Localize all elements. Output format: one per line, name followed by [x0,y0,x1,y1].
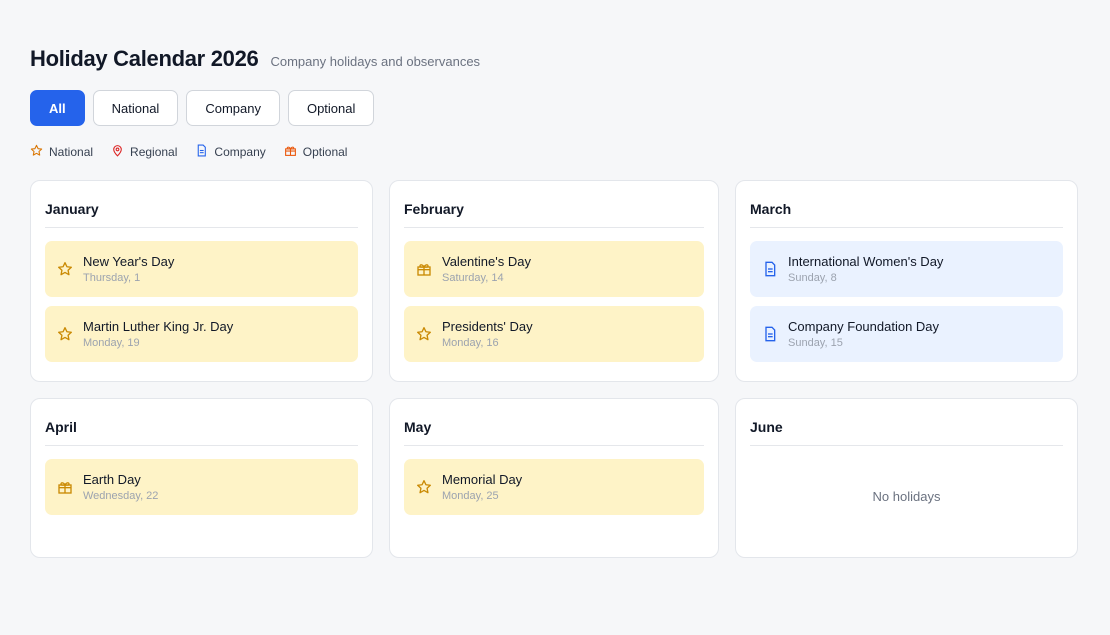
holiday-date: Monday, 16 [442,337,499,349]
gift-icon [57,479,73,495]
filter-company-button[interactable]: Company [186,90,280,126]
star-icon [416,479,432,495]
document-icon [762,261,778,277]
legend-label: Regional [130,145,178,159]
holiday-date: Wednesday, 22 [83,490,159,502]
holiday-item[interactable]: Valentine's Day Saturday, 14 [404,241,704,297]
holiday-date: Monday, 25 [442,490,499,502]
holiday-item[interactable]: Memorial Day Monday, 25 [404,459,704,515]
legend-label: Company [214,145,266,159]
holiday-name: Presidents' Day [442,319,533,334]
legend-label: National [49,145,94,159]
filter-national-button[interactable]: National [92,90,179,126]
gift-icon [284,144,297,160]
page-subtitle: Company holidays and observances [270,54,481,69]
month-card-june: June No holidays [735,398,1078,558]
month-title: January [45,195,358,228]
month-grid: January New Year's Day Thursday, 1 Marti… [30,180,1090,558]
holiday-name: Memorial Day [442,472,523,487]
holiday-name: Earth Day [83,472,141,487]
map-pin-icon [111,144,124,160]
holiday-date: Sunday, 8 [788,272,837,284]
holiday-item[interactable]: Earth Day Wednesday, 22 [45,459,358,515]
month-card-may: May Memorial Day Monday, 25 [389,398,719,558]
star-icon [57,326,73,342]
month-card-april: April Earth Day Wednesday, 22 [30,398,373,558]
holiday-item[interactable]: Presidents' Day Monday, 16 [404,306,704,362]
month-card-january: January New Year's Day Thursday, 1 Marti… [30,180,373,382]
legend-label: Optional [302,145,348,159]
holiday-item[interactable]: International Women's Day Sunday, 8 [750,241,1063,297]
document-icon [762,326,778,342]
empty-state: No holidays [872,488,941,504]
holiday-name: Martin Luther King Jr. Day [83,319,234,334]
month-title: June [750,413,1063,446]
star-icon [57,261,73,277]
month-title: March [750,195,1063,228]
holiday-item[interactable]: Martin Luther King Jr. Day Monday, 19 [45,306,358,362]
month-title: May [404,413,704,446]
holiday-date: Thursday, 1 [83,272,141,284]
holiday-name: Company Foundation Day [788,319,940,334]
legend-optional: Optional [284,144,348,160]
document-icon [195,144,208,160]
star-icon [30,144,43,160]
month-card-march: March International Women's Day Sunday, … [735,180,1078,382]
month-title: April [45,413,358,446]
filter-bar: All National Company Optional [30,90,1090,126]
holiday-date: Monday, 19 [83,337,140,349]
filter-all-button[interactable]: All [30,90,85,126]
holiday-name: New Year's Day [83,254,175,269]
holiday-item[interactable]: New Year's Day Thursday, 1 [45,241,358,297]
legend-company: Company [195,144,266,160]
page-header: Holiday Calendar 2026 Company holidays a… [30,46,1090,72]
legend: National Regional Company Optional [30,144,1090,160]
holiday-calendar-page: Holiday Calendar 2026 Company holidays a… [30,46,1090,558]
legend-regional: Regional [111,144,177,160]
holiday-item[interactable]: Company Foundation Day Sunday, 15 [750,306,1063,362]
holiday-name: Valentine's Day [442,254,531,269]
holiday-name: International Women's Day [788,254,944,269]
holiday-date: Saturday, 14 [442,272,504,284]
page-title: Holiday Calendar 2026 [30,46,259,71]
holiday-date: Sunday, 15 [788,337,843,349]
month-title: February [404,195,704,228]
star-icon [416,326,432,342]
month-card-february: February Valentine's Day Saturday, 14 Pr… [389,180,719,382]
legend-national: National [30,144,93,160]
filter-optional-button[interactable]: Optional [287,90,375,126]
gift-icon [416,261,432,277]
